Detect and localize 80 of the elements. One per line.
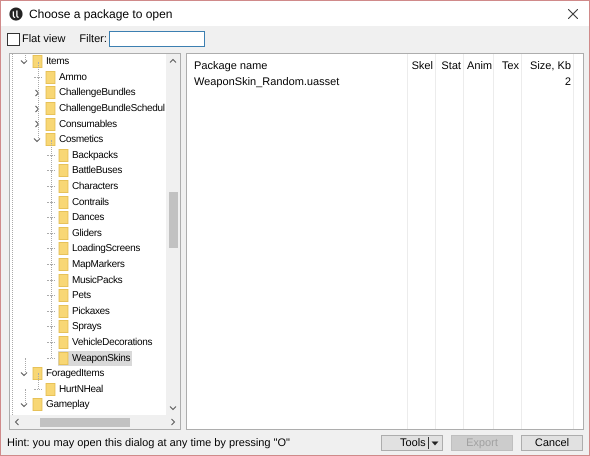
folder-icon xyxy=(58,274,69,287)
folder-tree-item[interactable]: ForagedItems xyxy=(32,366,106,382)
folder-icon xyxy=(58,352,69,365)
window-title: Choose a package to open xyxy=(29,6,174,20)
scrollbar-thumb[interactable] xyxy=(40,418,130,426)
folder-tree-item[interactable]: MapMarkers xyxy=(58,257,127,272)
folder-tree-item[interactable]: Consumables xyxy=(45,116,119,132)
folder-tree-item[interactable]: Gameplay xyxy=(32,397,92,412)
scrollbar-thumb[interactable] xyxy=(168,192,178,248)
folder-icon xyxy=(32,398,43,412)
hint-text: Hint: you may open this dialog at any time by pressing "O" xyxy=(7,436,291,448)
folder-tree-item[interactable]: BattleBuses xyxy=(58,163,124,178)
folder-icon xyxy=(45,118,56,131)
folder-icon xyxy=(58,196,69,209)
filter-field[interactable] xyxy=(108,31,205,47)
folder-tree-item[interactable]: HurtNHeal xyxy=(45,382,105,397)
expand-chevron-icon[interactable] xyxy=(33,136,41,144)
folder-icon xyxy=(58,180,69,194)
expand-chevron-icon[interactable] xyxy=(20,370,28,378)
folder-tree-item[interactable]: Sprays xyxy=(58,319,104,334)
folder-icon xyxy=(58,320,69,334)
folder-tree-item[interactable]: Ammo xyxy=(45,70,89,85)
folder-tree-item[interactable]: Gliders xyxy=(58,226,104,241)
column-header[interactable]: Stat xyxy=(436,60,464,72)
folder-tree-item[interactable]: Characters xyxy=(58,179,120,194)
expand-chevron-icon[interactable] xyxy=(20,400,28,409)
flat-view-checkbox[interactable] xyxy=(7,32,20,46)
flat-view-label: Flat view xyxy=(22,33,66,45)
folder-tree-item[interactable]: VehicleDecorations xyxy=(58,334,154,350)
folder-icon xyxy=(58,211,69,224)
folder-icon xyxy=(32,55,43,68)
folder-tree-item[interactable]: Backpacks xyxy=(58,148,120,163)
folder-icon xyxy=(58,148,69,162)
folder-icon xyxy=(45,133,56,146)
folder-tree-item[interactable]: ChallengeBundleSchedul xyxy=(45,101,166,116)
dropdown-arrow-icon xyxy=(431,438,439,446)
expand-chevron-icon[interactable] xyxy=(33,88,41,97)
scroll-right-icon[interactable] xyxy=(169,418,177,426)
expand-chevron-icon[interactable] xyxy=(33,104,41,113)
scroll-down-icon[interactable] xyxy=(169,404,177,412)
expand-chevron-icon[interactable] xyxy=(20,58,28,66)
folder-icon xyxy=(58,258,69,272)
column-header[interactable]: Anim xyxy=(464,60,494,72)
scroll-left-icon[interactable] xyxy=(13,418,21,426)
column-header[interactable]: Package name xyxy=(191,60,408,72)
folder-icon xyxy=(58,242,69,256)
folder-tree-item[interactable]: WeaponSkins xyxy=(58,350,132,366)
folder-icon xyxy=(45,70,56,84)
folder-tree-item[interactable]: MusicPacks xyxy=(58,272,124,288)
folder-icon xyxy=(32,367,43,380)
folder-icon xyxy=(58,289,69,302)
folder-tree-item[interactable]: ChallengeBundles xyxy=(45,85,138,100)
folder-tree-item[interactable]: Pets xyxy=(58,288,93,304)
folder-icon xyxy=(45,382,56,396)
folder-tree-item[interactable]: Cosmetics xyxy=(45,132,105,148)
folder-tree-item[interactable]: Contrails xyxy=(58,194,111,210)
folder-tree-item[interactable]: Items xyxy=(32,54,71,70)
column-header[interactable]: Size, Kb xyxy=(522,60,574,72)
column-header[interactable]: Skel xyxy=(408,60,436,72)
folder-icon xyxy=(58,336,69,349)
folder-icon xyxy=(45,86,56,100)
table-cell: WeaponSkin_Random.uasset xyxy=(194,76,340,88)
folder-icon xyxy=(45,102,56,116)
folder-icon xyxy=(58,226,69,240)
expand-chevron-icon[interactable] xyxy=(33,120,41,128)
folder-tree-item[interactable]: Pickaxes xyxy=(58,304,112,319)
close-icon[interactable] xyxy=(568,8,578,18)
horizontal-scrollbar[interactable] xyxy=(10,415,180,429)
folder-icon xyxy=(58,304,69,318)
folder-tree-item[interactable]: LoadingScreens xyxy=(58,241,142,256)
tools-dropdown-button[interactable]: Tools xyxy=(381,434,443,450)
folder-tree-item[interactable]: Dances xyxy=(58,210,106,226)
dialog-button[interactable]: Cancel xyxy=(521,434,583,450)
scroll-up-icon[interactable] xyxy=(169,57,177,65)
vertical-scrollbar[interactable] xyxy=(166,54,180,415)
filter-label: Filter: xyxy=(79,33,107,45)
column-header[interactable]: Tex xyxy=(494,60,522,72)
table-cell: 2 xyxy=(564,76,571,88)
app-logo-icon xyxy=(9,6,23,20)
folder-icon xyxy=(58,164,69,178)
